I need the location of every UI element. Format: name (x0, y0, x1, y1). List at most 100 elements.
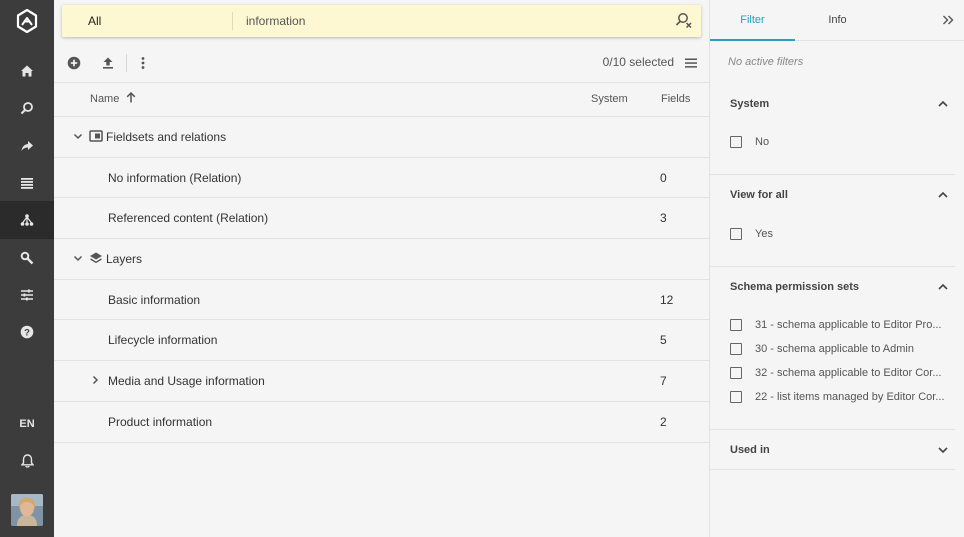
sliders-icon (21, 289, 33, 301)
layers-icon (90, 252, 102, 264)
filter-section-view-for-all: View for all Yes (710, 185, 955, 267)
search-divider (232, 12, 233, 30)
chevron-right-icon[interactable] (89, 374, 101, 386)
tab-info[interactable]: Info (795, 0, 880, 41)
fields-count: 5 (660, 333, 667, 348)
table-row[interactable]: Media and Usage information 7 (54, 361, 709, 402)
section-title: Schema permission sets (730, 281, 860, 293)
app-logo[interactable] (0, 0, 54, 42)
collapse-panel-icon[interactable] (941, 13, 955, 27)
row-label: Basic information (108, 292, 201, 307)
column-header-system[interactable]: System (591, 83, 628, 116)
search-icon (20, 102, 33, 115)
toolbar-divider (126, 54, 127, 72)
logo-icon (16, 9, 38, 33)
chevron-down-icon[interactable] (72, 130, 84, 142)
column-header-name-label: Name (90, 93, 120, 105)
chevron-down-icon[interactable] (72, 252, 84, 264)
option-label: No (755, 136, 770, 148)
list-icon (21, 178, 33, 189)
column-header-name[interactable]: Name (90, 83, 136, 116)
chevron-up-icon[interactable] (937, 98, 949, 110)
option-label: 31 - schema applicable to Editor Pro... (755, 319, 942, 331)
filter-section-used-in[interactable]: Used in (710, 440, 955, 470)
checkbox[interactable] (730, 367, 742, 379)
fields-count: 3 (660, 211, 667, 226)
table-row[interactable]: Referenced content (Relation) 3 (54, 198, 709, 240)
checkbox[interactable] (730, 136, 742, 148)
table-row[interactable]: No information (Relation) 0 (54, 158, 709, 199)
nav-search[interactable] (0, 89, 54, 127)
nav-settings[interactable] (0, 276, 54, 314)
chevron-up-icon[interactable] (937, 281, 949, 293)
home-icon (21, 65, 33, 77)
main-navigation: ? EN (0, 0, 54, 537)
option-label: 30 - schema applicable to Admin (755, 343, 914, 355)
nav-tools[interactable] (0, 239, 54, 277)
row-label: Product information (108, 414, 213, 429)
nav-list[interactable] (0, 164, 54, 202)
svg-text:?: ? (24, 327, 30, 338)
fields-count: 0 (660, 170, 667, 185)
no-active-filters: No active filters (728, 56, 804, 68)
row-label: Referenced content (Relation) (108, 211, 269, 226)
column-menu-button[interactable] (681, 53, 701, 73)
selection-count: 0/10 selected (602, 55, 674, 69)
clear-search-button[interactable] (675, 11, 695, 31)
row-label: Lifecycle information (108, 333, 218, 348)
chevron-down-icon[interactable] (937, 444, 949, 456)
chevron-up-icon[interactable] (937, 189, 949, 201)
user-avatar[interactable] (11, 494, 43, 526)
more-actions-button[interactable] (133, 53, 153, 73)
fieldset-icon (89, 130, 103, 142)
upload-button[interactable] (98, 53, 118, 73)
fields-count: 7 (660, 374, 667, 389)
share-icon (21, 141, 33, 151)
filter-panel: Filter Info No active filters System No … (709, 0, 964, 537)
wrench-icon (20, 251, 34, 265)
notifications-button[interactable] (0, 450, 54, 472)
search-scope-select[interactable]: All (88, 5, 101, 37)
fields-count: 2 (660, 414, 667, 429)
nav-share[interactable] (0, 127, 54, 165)
table-row-group[interactable]: Fieldsets and relations (54, 117, 709, 158)
sort-ascending-icon (127, 92, 136, 103)
checkbox[interactable] (730, 391, 742, 403)
add-button[interactable] (64, 53, 84, 73)
section-title: System (730, 98, 770, 110)
bell-icon (20, 454, 34, 468)
group-label: Fieldsets and relations (106, 130, 227, 144)
search-input[interactable]: information (246, 5, 305, 37)
section-title: View for all (730, 189, 788, 201)
clear-search-icon (675, 13, 692, 29)
table-row[interactable]: Lifecycle information 5 (54, 320, 709, 362)
column-header-fields[interactable]: Fields (661, 83, 690, 116)
option-label: Yes (755, 228, 773, 240)
panel-tabs: Filter Info (710, 0, 964, 41)
upload-icon (103, 57, 113, 69)
table-row[interactable]: Product information 2 (54, 402, 709, 443)
tab-filter[interactable]: Filter (710, 0, 795, 41)
table-row-group[interactable]: Layers (54, 239, 709, 280)
nav-schema[interactable] (0, 201, 54, 239)
avatar-image (11, 494, 43, 526)
help-icon: ? (20, 325, 34, 339)
row-label: Media and Usage information (108, 374, 265, 389)
fields-count: 12 (660, 292, 674, 307)
section-title: Used in (730, 444, 770, 456)
filter-section-system: System No (710, 94, 955, 175)
table-row[interactable]: Basic information 12 (54, 280, 709, 321)
add-icon (67, 56, 81, 70)
more-vertical-icon (141, 57, 145, 69)
checkbox[interactable] (730, 343, 742, 355)
checkbox[interactable] (730, 319, 742, 331)
language-switcher[interactable]: EN (0, 414, 54, 434)
nav-home[interactable] (0, 52, 54, 90)
nav-help[interactable]: ? (0, 313, 54, 351)
search-bar: All information (62, 5, 701, 37)
toolbar: 0/10 selected (54, 42, 709, 83)
checkbox[interactable] (730, 228, 742, 240)
filter-section-schema-permission-sets: Schema permission sets 31 - schema appli… (710, 277, 955, 430)
row-label: No information (Relation) (108, 170, 242, 185)
hierarchy-icon (20, 214, 34, 226)
